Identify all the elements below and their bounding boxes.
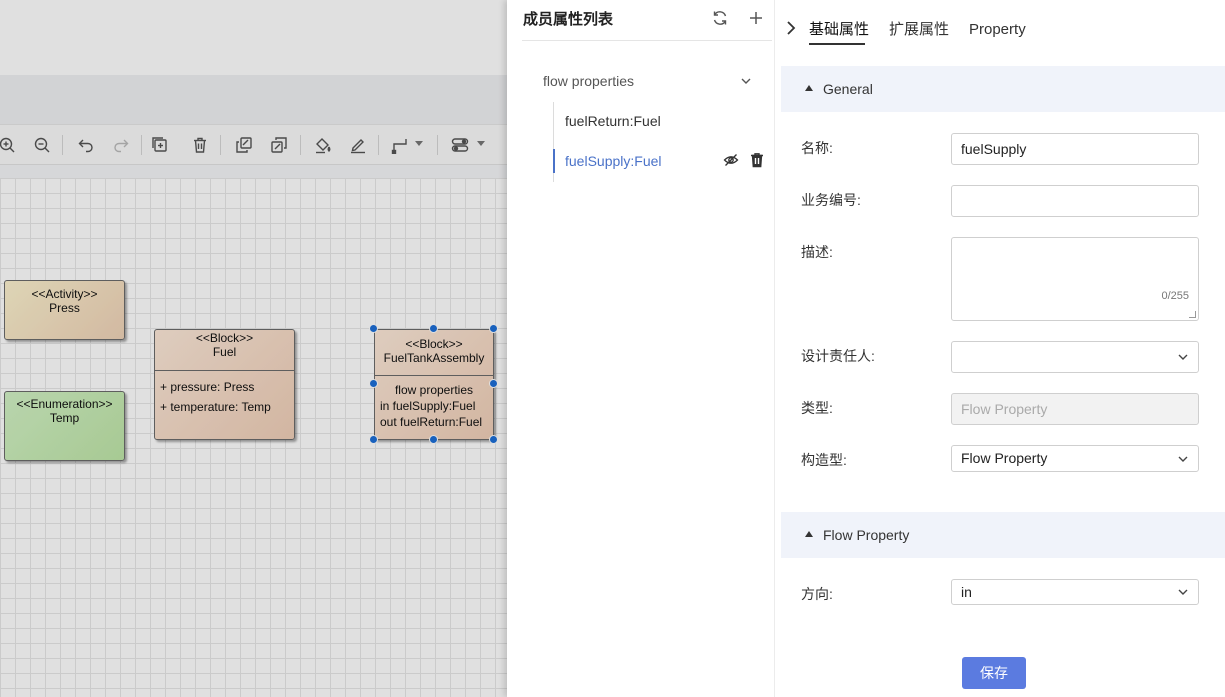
eye-off-icon[interactable] <box>723 152 739 168</box>
caret-up-icon <box>805 531 813 537</box>
name-input[interactable] <box>951 133 1199 165</box>
select-value: in <box>961 584 972 600</box>
field-label: 设计责任人: <box>801 348 875 364</box>
resize-grip-icon[interactable] <box>1189 311 1196 318</box>
save-button[interactable]: 保存 <box>962 657 1026 689</box>
section-title: Flow Property <box>823 527 910 543</box>
properties-panel: 基础属性 扩展属性 Property General 名称: 业务编号: 描述:… <box>775 0 1225 697</box>
chevron-down-icon <box>1177 453 1189 465</box>
tree-item-fuelsupply[interactable]: fuelSupply:Fuel <box>553 149 775 173</box>
direction-select[interactable]: in <box>951 579 1199 605</box>
tree-item-label: fuelReturn:Fuel <box>565 113 661 129</box>
tree-group-label: flow properties <box>543 73 635 89</box>
business-code-input[interactable] <box>951 185 1199 217</box>
add-icon[interactable] <box>747 9 765 27</box>
section-header-general[interactable]: General <box>781 66 1225 112</box>
tab-property[interactable]: Property <box>969 21 1026 39</box>
chevron-down-icon <box>1177 586 1189 598</box>
caret-up-icon <box>805 85 813 91</box>
type-field: Flow Property <box>951 393 1199 425</box>
chevron-right-icon[interactable] <box>784 20 798 36</box>
overlay-mask[interactable] <box>0 0 507 697</box>
char-counter: 0/255 <box>1161 290 1189 302</box>
divider <box>522 40 772 41</box>
section-title: General <box>823 81 873 97</box>
tree-item-label: fuelSupply:Fuel <box>565 153 662 169</box>
select-value: Flow Property <box>961 450 1048 466</box>
type-placeholder: Flow Property <box>961 401 1048 417</box>
field-label: 构造型: <box>801 452 847 468</box>
refresh-icon[interactable] <box>711 9 729 27</box>
stereotype-select[interactable]: Flow Property <box>951 445 1199 472</box>
field-label: 类型: <box>801 400 833 416</box>
diagram-canvas-area: <<Activity>> Press <<Enumeration>> Temp … <box>0 0 507 697</box>
field-label: 业务编号: <box>801 192 861 208</box>
chevron-down-icon <box>1177 351 1189 363</box>
field-label: 名称: <box>801 140 833 156</box>
tree-item-fuelreturn[interactable]: fuelReturn:Fuel <box>553 109 775 133</box>
active-tab-indicator <box>809 43 865 45</box>
design-owner-select[interactable] <box>951 341 1199 373</box>
tab-extended-properties[interactable]: 扩展属性 <box>889 21 949 39</box>
chevron-down-icon[interactable] <box>739 74 753 88</box>
section-header-flow-property[interactable]: Flow Property <box>781 512 1225 558</box>
description-textarea[interactable]: 0/255 <box>951 237 1199 321</box>
tree-group-flow-properties[interactable]: flow properties <box>543 71 753 91</box>
field-label: 方向: <box>801 586 833 602</box>
member-list-panel: 成员属性列表 flow properties fuelReturn:Fuel f… <box>507 0 775 697</box>
tab-basic-properties[interactable]: 基础属性 <box>809 21 869 39</box>
trash-icon[interactable] <box>749 152 765 168</box>
panel-title: 成员属性列表 <box>523 11 614 28</box>
field-label: 描述: <box>801 244 833 260</box>
